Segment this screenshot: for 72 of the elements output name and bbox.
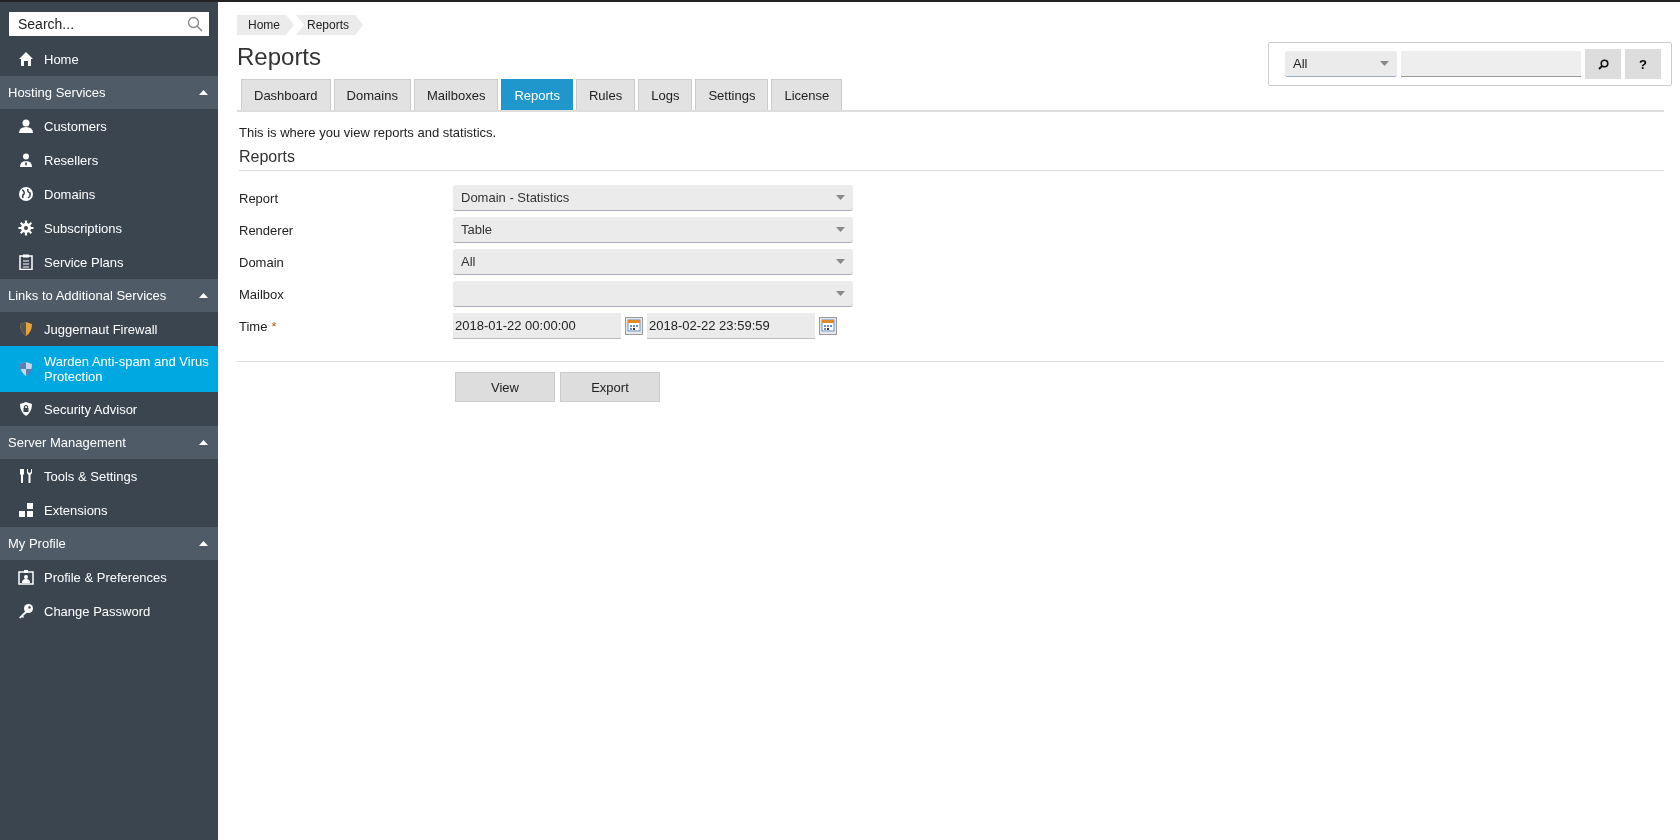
shield-lock-icon bbox=[18, 401, 34, 417]
key-icon bbox=[18, 603, 34, 619]
tab[interactable]: Mailboxes bbox=[413, 79, 499, 110]
person-tie-icon bbox=[18, 152, 34, 168]
calendar-icon[interactable] bbox=[625, 317, 643, 335]
dropdown-caret-icon bbox=[836, 195, 845, 200]
collapse-arrow-icon bbox=[199, 293, 208, 298]
blocks-icon bbox=[18, 502, 34, 518]
tab[interactable]: Settings bbox=[695, 79, 769, 110]
sidebar-item[interactable]: Security Advisor bbox=[0, 392, 218, 426]
page-title: Reports bbox=[237, 43, 322, 71]
sidebar-item[interactable]: Profile & Preferences bbox=[0, 560, 218, 594]
sidebar-item[interactable]: Extensions bbox=[0, 493, 218, 527]
shield-icon bbox=[18, 321, 34, 337]
calendar-icon[interactable] bbox=[819, 317, 837, 335]
description-text: This is where you view reports and statistics. bbox=[239, 125, 498, 140]
action-button[interactable]: Export bbox=[560, 372, 660, 402]
dropdown-caret-icon bbox=[836, 291, 845, 296]
sidebar-item[interactable]: Subscriptions bbox=[0, 211, 218, 245]
dropdown[interactable] bbox=[453, 281, 853, 307]
search-input[interactable] bbox=[1401, 51, 1581, 77]
clipboard-icon bbox=[18, 254, 34, 270]
dropdown-caret-icon bbox=[836, 227, 845, 232]
house-icon bbox=[18, 51, 34, 67]
section-heading: Reports bbox=[239, 148, 1664, 171]
sidebar-item[interactable]: Customers bbox=[0, 109, 218, 143]
collapse-arrow-icon bbox=[199, 440, 208, 445]
sidebar-item[interactable]: Domains bbox=[0, 177, 218, 211]
sidebar-item[interactable]: Juggernaut Firewall bbox=[0, 312, 218, 346]
tab[interactable]: Domains bbox=[333, 79, 411, 110]
filter-dropdown[interactable]: All bbox=[1285, 51, 1397, 77]
collapse-arrow-icon bbox=[199, 541, 208, 546]
field-label: Time * bbox=[238, 318, 278, 334]
dropdown[interactable]: Table bbox=[453, 217, 853, 243]
collapse-arrow-icon bbox=[199, 90, 208, 95]
sidebar-section-header[interactable]: Hosting Services bbox=[0, 76, 218, 109]
tab[interactable]: Rules bbox=[575, 79, 636, 110]
breadcrumb-link[interactable]: Home bbox=[237, 15, 294, 35]
help-button[interactable]: ? bbox=[1625, 49, 1661, 79]
dropdown-caret-icon bbox=[836, 259, 845, 264]
sidebar-item[interactable]: Home bbox=[0, 42, 218, 76]
sidebar-item[interactable]: Service Plans bbox=[0, 245, 218, 279]
gear-icon bbox=[18, 220, 34, 236]
id-card-icon bbox=[18, 569, 34, 585]
tab[interactable]: License bbox=[771, 79, 843, 110]
sidebar-item[interactable]: Resellers bbox=[0, 143, 218, 177]
globe-icon bbox=[18, 186, 34, 202]
shield-icon bbox=[18, 361, 34, 377]
breadcrumb-link[interactable]: Reports bbox=[296, 15, 364, 35]
sidebar-section-header[interactable]: My Profile bbox=[0, 527, 218, 560]
tab[interactable]: Dashboard bbox=[241, 79, 331, 110]
sidebar-section-header[interactable]: Links to Additional Services bbox=[0, 279, 218, 312]
field-label: Mailbox bbox=[238, 286, 285, 302]
sidebar-section-header[interactable]: Server Management bbox=[0, 426, 218, 459]
search-button[interactable] bbox=[1585, 49, 1621, 79]
person-icon bbox=[18, 118, 34, 134]
sidebar-item[interactable]: Tools & Settings bbox=[0, 459, 218, 493]
field-label: Domain bbox=[238, 254, 285, 270]
search-field[interactable]: Search... bbox=[9, 12, 209, 36]
field-label: Report bbox=[238, 190, 280, 206]
sidebar-item[interactable]: Change Password bbox=[0, 594, 218, 628]
date-field[interactable]: 2018-01-22 00:00:00 bbox=[453, 313, 621, 339]
dropdown-caret-icon bbox=[1380, 61, 1389, 66]
action-button[interactable]: View bbox=[455, 372, 555, 402]
tab[interactable]: Logs bbox=[638, 79, 693, 110]
dropdown[interactable]: All bbox=[453, 249, 853, 275]
field-label: Renderer bbox=[238, 222, 295, 238]
date-field[interactable]: 2018-02-22 23:59:59 bbox=[647, 313, 815, 339]
dropdown[interactable]: Domain - Statistics bbox=[453, 185, 853, 211]
search-icon bbox=[1597, 58, 1609, 70]
search-icon bbox=[187, 16, 203, 32]
tools-icon bbox=[18, 468, 34, 484]
